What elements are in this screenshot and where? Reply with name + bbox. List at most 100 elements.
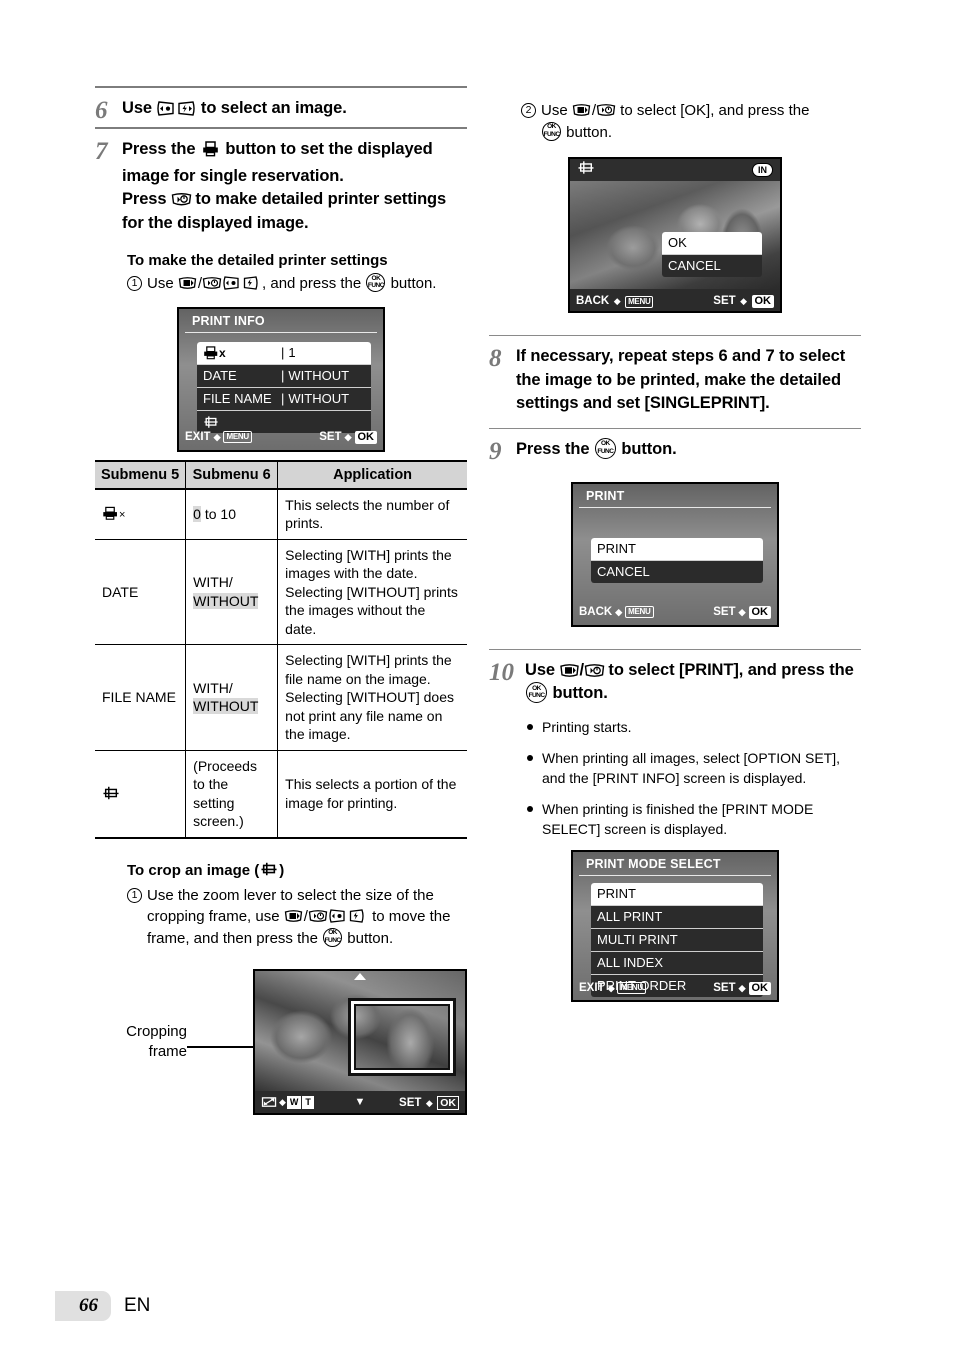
list-item[interactable]: PRINT [591, 882, 763, 906]
list-item[interactable]: ALL INDEX [591, 952, 763, 975]
up-arrow-icon [354, 973, 366, 980]
flash-right-button-icon [176, 101, 196, 116]
ok-key-icon: OK [748, 605, 771, 619]
cell-submenu6: (Proceeds to the setting screen.) [185, 750, 279, 839]
crop-step-1: 1 Use the zoom lever to select the size … [127, 885, 467, 950]
ok-func-button-icon: OK FUNC [526, 682, 547, 703]
print-mode-select-screen: PRINT MODE SELECT PRINT ALL PRINT MULTI … [571, 849, 779, 1002]
arrow-icon: ◆ [425, 1098, 433, 1108]
photo-preview: OK CANCEL [570, 181, 780, 289]
step-text: Press the button to set the displayed im… [122, 138, 467, 235]
zoom-lever-hint: ◆ W T [261, 1095, 314, 1109]
list-item[interactable]: ALL PRINT [591, 906, 763, 929]
wide-key-icon: W [286, 1095, 302, 1109]
leader-line [187, 1046, 253, 1048]
self-timer-down-button-icon [584, 663, 605, 678]
list-item-value: | WITHOUT [281, 390, 350, 406]
text-before: Use [147, 275, 178, 292]
tele-key-icon: T [302, 1095, 314, 1109]
crop-screen-footer: ◆ W T ▼ SET ◆ OK [255, 1091, 465, 1113]
step-text: Use / to select [PRINT], and press the O… [525, 660, 854, 703]
exit-label: EXIT [579, 982, 605, 994]
print-options-list: PRINT CANCEL [591, 537, 763, 583]
step-9: 9 Press the OK FUNC button. [489, 429, 861, 468]
column-header-submenu5: Submenu 5 [95, 459, 187, 490]
step-marker: 1 [127, 887, 142, 903]
crop-icon [260, 861, 278, 881]
text-mid: to select [OK], and press the [616, 102, 810, 119]
text-after: button. [386, 275, 437, 292]
arrow-icon: ◆ [279, 1096, 286, 1107]
left-column: 6 Use to select an image. 7 Press the bu… [95, 86, 467, 1115]
list-item[interactable]: DATE | WITHOUT [197, 365, 371, 388]
ok-func-button-icon: OK FUNC [323, 927, 343, 947]
set-label: SET [713, 606, 736, 618]
value-option: WITH/ [193, 574, 233, 591]
crop-image-heading: To crop an image () [127, 861, 467, 881]
list-item[interactable]: CANCEL [662, 255, 762, 277]
ok-func-button-icon: OK FUNC [594, 437, 616, 459]
list-item[interactable]: FILE NAME | WITHOUT [197, 388, 371, 411]
ok-func-button-icon: OK FUNC [366, 273, 386, 292]
arrow-icon: ◆ [738, 606, 746, 617]
print-info-screen: PRINT INFO x | 1 DATE | WITHOUT FILE NAME [177, 306, 385, 452]
step-number: 10 [489, 658, 514, 686]
back-label: BACK [576, 295, 610, 307]
back-label: BACK [579, 606, 613, 618]
list-item-value: | WITHOUT [281, 367, 350, 383]
self-timer-down-button-icon [171, 192, 192, 207]
column-header-submenu6: Submenu 6 [185, 459, 279, 490]
screen-title: PRINT MODE SELECT [579, 852, 771, 876]
text-mid: , and press the [262, 275, 366, 292]
self-timer-down-button-icon [596, 103, 616, 118]
step-7-line1-before: Press the [122, 140, 200, 158]
list-item[interactable]: CANCEL [591, 561, 763, 583]
list-item[interactable]: x | 1 [197, 341, 371, 365]
printer-x-icon: × [102, 505, 125, 521]
step-6-text-before: Use [122, 99, 157, 117]
arrow-icon: ◆ [213, 431, 221, 442]
step-7: 7 Press the button to set the displayed … [95, 129, 467, 238]
text-after: button. [616, 439, 677, 458]
ok-key-icon: OK [751, 295, 774, 308]
detailed-printer-settings-heading: To make the detailed printer settings [127, 252, 388, 269]
caption-line-2: frame [148, 1043, 187, 1060]
exposure-up-button-icon [284, 909, 304, 924]
arrow-icon: ◆ [738, 982, 746, 993]
list-item[interactable]: MULTI PRINT [591, 929, 763, 952]
macro-left-button-icon [156, 101, 176, 116]
back-hint: BACK ◆ MENU [579, 606, 654, 618]
cell-submenu6: 0 to 10 [185, 488, 279, 540]
list-item[interactable]: PRINT [591, 537, 763, 561]
print-screen: PRINT PRINT CANCEL BACK ◆ MENU SET ◆ OK [571, 481, 779, 627]
list-item[interactable]: OK [662, 232, 762, 255]
arrow-icon: ◆ [613, 296, 621, 306]
step-text: Use to select an image. [122, 97, 347, 121]
print-info-list: x | 1 DATE | WITHOUT FILE NAME | WITHOUT [197, 341, 371, 433]
print-button-icon [202, 141, 219, 165]
ok-cancel-screen: IN OK CANCEL BACK ◆ MENU SET ◆ OK [568, 157, 782, 313]
step-text: Use / to select [OK], and press the OK FU… [541, 102, 810, 141]
cell-application: This selects a portion of the image for … [277, 750, 467, 839]
step-7-line2-before: Press [122, 190, 171, 208]
resize-icon [261, 1096, 277, 1107]
text-after: button. [343, 929, 394, 947]
photo-preview [255, 971, 465, 1091]
text-before: Press the [516, 439, 594, 458]
page-footer: 66 EN [55, 1291, 150, 1321]
submenu-table: Submenu 5 Submenu 6 Application × 0 to 1… [95, 459, 467, 839]
caption-line-1: Cropping [126, 1023, 187, 1040]
cell-application: Selecting [WITH] prints the file name on… [277, 644, 467, 751]
crop-frame-handle[interactable] [348, 998, 456, 1076]
table-row: DATE WITH/WITHOUT Selecting [WITH] print… [95, 539, 467, 645]
step-10: 10 Use / to select [PRINT], and press th… [489, 650, 861, 709]
back-hint: BACK ◆ MENU [576, 291, 654, 309]
page-number: 66 [55, 1291, 111, 1321]
language-label: EN [124, 1295, 151, 1316]
step-8: 8 If necessary, repeat steps 6 and 7 to … [489, 336, 861, 419]
set-hint: SET ◆ OK [399, 1093, 459, 1111]
flash-right-button-icon [242, 276, 262, 291]
print-mode-select-footer: EXIT ◆ MENU SET ◆ OK [573, 978, 777, 999]
screen-footer: BACK ◆ MENU SET ◆ OK [570, 289, 780, 311]
table-row: FILE NAME WITH/WITHOUT Selecting [WITH] … [95, 644, 467, 751]
